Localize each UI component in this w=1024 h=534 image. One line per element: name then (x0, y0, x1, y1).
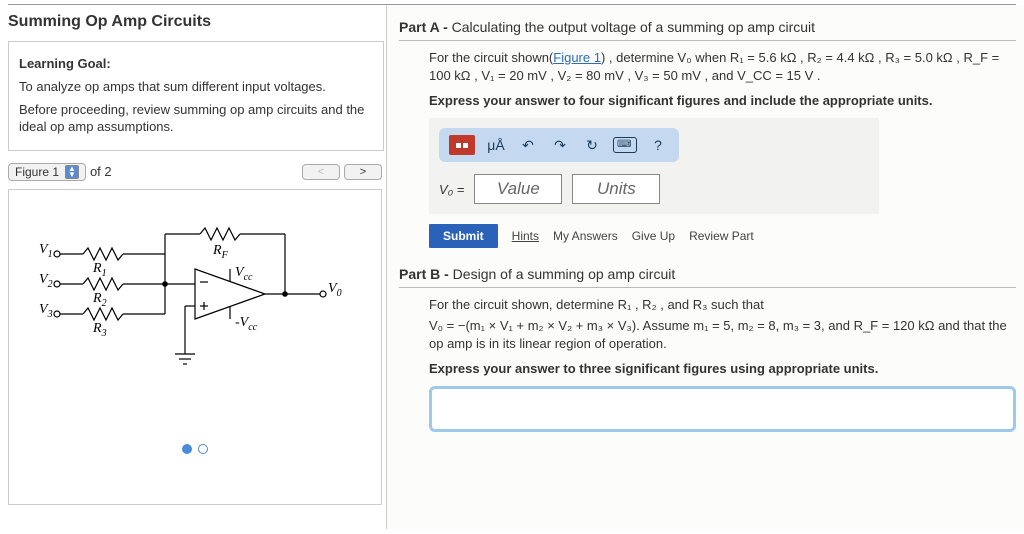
help-icon[interactable]: ? (647, 134, 669, 156)
part-b-label: Part B - (399, 266, 449, 282)
part-b-line1: For the circuit shown, determine R₁ , R₂… (429, 296, 1016, 314)
part-b-line2: V₀ = −(m₁ × V₁ + m₂ × V₂ + m₃ × V₃). Ass… (429, 317, 1016, 353)
part-b-title: Design of a summing op amp circuit (449, 266, 675, 282)
my-answers-link[interactable]: My Answers (553, 229, 618, 243)
part-a-prompt: For the circuit shown(Figure 1) , determ… (429, 49, 1016, 85)
figure-panel: V1 V2 V3 R1 R2 R3 RF Vcc -Vcc V0 (8, 189, 382, 505)
template-icon[interactable] (449, 135, 475, 155)
part-b-header: Part B - Design of a summing op amp circ… (399, 266, 1016, 288)
svg-text:R2: R2 (92, 291, 107, 309)
answer-panel: μÅ ↶ ↷ ↻ ? V₀ = Value Units (429, 118, 879, 214)
undo-icon[interactable]: ↶ (517, 134, 539, 156)
pager-dot-1[interactable] (182, 444, 192, 454)
part-b-answer-panel[interactable] (429, 386, 1016, 432)
circuit-diagram: V1 V2 V3 R1 R2 R3 RF Vcc -Vcc V0 (35, 214, 355, 414)
figure-select[interactable]: Figure 1 ▲▼ (8, 163, 86, 181)
svg-text:V0: V0 (328, 281, 342, 299)
svg-text:V2: V2 (39, 272, 53, 290)
svg-text:R3: R3 (92, 321, 107, 339)
reset-icon[interactable]: ↻ (581, 134, 603, 156)
format-toolbar: μÅ ↶ ↷ ↻ ? (439, 128, 679, 162)
svg-text:RF: RF (212, 243, 229, 261)
page-title: Summing Op Amp Circuits (8, 13, 386, 31)
figure-count: of 2 (90, 164, 112, 179)
stepper-icon[interactable]: ▲▼ (65, 165, 79, 179)
units-input[interactable]: Units (572, 174, 660, 204)
review-part-link[interactable]: Review Part (689, 229, 754, 243)
svg-text:-Vcc: -Vcc (235, 315, 258, 333)
submit-button[interactable]: Submit (429, 224, 498, 248)
goal-label: Learning Goal: (19, 56, 373, 73)
answer-label: V₀ = (439, 182, 464, 197)
redo-icon[interactable]: ↷ (549, 134, 571, 156)
value-input[interactable]: Value (474, 174, 562, 204)
learning-goal-box: Learning Goal: To analyze op amps that s… (8, 41, 384, 151)
part-a-header: Part A - Calculating the output voltage … (399, 19, 1016, 41)
svg-text:Vcc: Vcc (235, 265, 253, 283)
part-a-title: Calculating the output voltage of a summ… (448, 19, 815, 35)
keyboard-icon[interactable] (613, 134, 637, 156)
answer-row: V₀ = Value Units (439, 174, 869, 204)
figure-label: Figure 1 (15, 165, 59, 179)
hints-link[interactable]: Hints (512, 229, 539, 243)
pager-dot-2[interactable] (198, 444, 208, 454)
svg-text:V3: V3 (39, 302, 53, 320)
svg-text:V1: V1 (39, 242, 53, 260)
units-icon[interactable]: μÅ (485, 134, 507, 156)
goal-text-2: Before proceeding, review summing op amp… (19, 102, 373, 136)
figure-pager (182, 444, 208, 454)
figure-next-button[interactable]: > (344, 164, 382, 180)
part-b-express: Express your answer to three significant… (429, 361, 1016, 376)
goal-text-1: To analyze op amps that sum different in… (19, 79, 373, 96)
give-up-link[interactable]: Give Up (632, 229, 675, 243)
svg-text:R1: R1 (92, 261, 107, 279)
part-a-label: Part A - (399, 19, 448, 35)
figure-nav-bar: Figure 1 ▲▼ of 2 < > (8, 163, 386, 181)
submit-bar: Submit Hints My Answers Give Up Review P… (429, 224, 1016, 248)
part-a-express: Express your answer to four significant … (429, 93, 1016, 108)
figure-prev-button[interactable]: < (302, 164, 340, 180)
figure-link[interactable]: Figure 1 (553, 50, 601, 65)
